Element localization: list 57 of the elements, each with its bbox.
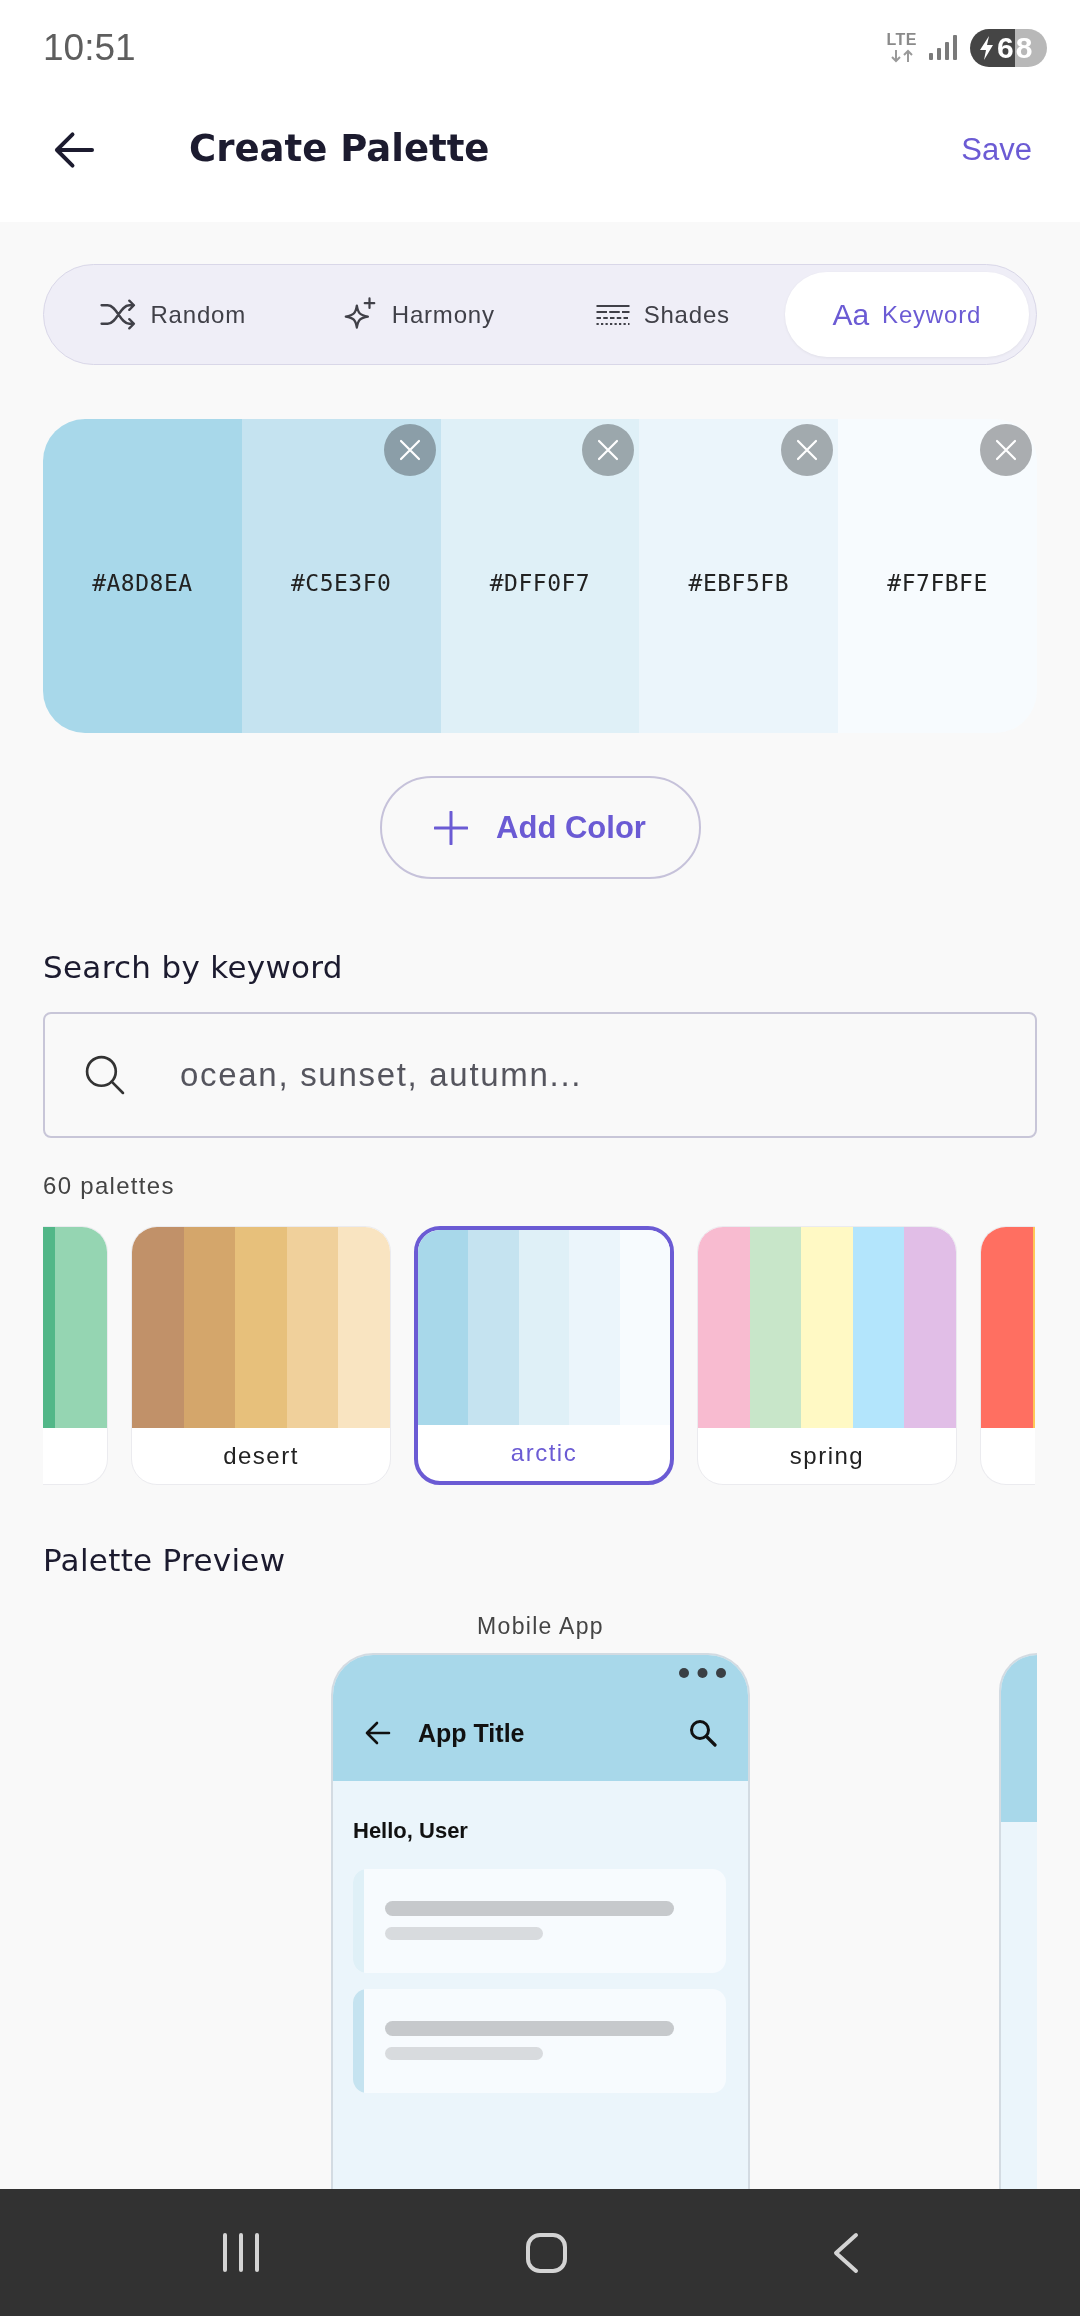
signal-icon (929, 35, 958, 60)
color-swatch[interactable]: #C5E3F0 (241, 419, 441, 733)
palette-card[interactable]: spring (697, 1226, 957, 1485)
mockup-greeting: Hello, User (353, 1817, 468, 1845)
recent-apps-icon[interactable] (221, 2233, 260, 2272)
palette-name: arctic (510, 1439, 578, 1467)
palette-name: desert (223, 1442, 299, 1470)
mode-tab[interactable]: Random (51, 272, 296, 357)
letters-icon: Aa (832, 299, 870, 330)
mockup-title: App Title (418, 1718, 525, 1748)
preview-label: Mobile App (477, 1612, 604, 1640)
dashed-lines-icon (594, 302, 631, 327)
palette-card[interactable] (43, 1226, 108, 1485)
status-time: 10:51 (43, 29, 136, 66)
color-swatch[interactable]: #A8D8EA (43, 419, 242, 733)
shuffle-icon (100, 299, 138, 330)
mode-tab[interactable]: Shades (540, 272, 785, 357)
color-swatch[interactable]: #EBF5FB (639, 419, 839, 733)
hex-code: #A8D8EA (92, 570, 193, 596)
palette-card[interactable]: arctic (414, 1226, 674, 1485)
palette-card[interactable]: desert (131, 1226, 391, 1485)
remove-color-button[interactable] (781, 424, 834, 476)
close-icon (398, 439, 421, 461)
mode-tab[interactable]: Aa Keyword (784, 272, 1029, 357)
more-dots-icon (679, 1668, 726, 1678)
search-field[interactable]: ocean, sunset, autumn... (43, 1012, 1037, 1138)
search-icon (689, 1719, 717, 1747)
palette-name: spring (789, 1442, 865, 1470)
bolt-icon (979, 35, 994, 60)
color-swatch[interactable]: #F7FBFE (838, 419, 1037, 733)
network-type: LTE (886, 32, 917, 48)
section-heading: Palette Preview (43, 1541, 286, 1580)
remove-color-button[interactable] (980, 424, 1032, 476)
back-icon[interactable] (832, 2231, 859, 2274)
back-icon[interactable] (52, 129, 95, 170)
hex-code: #C5E3F0 (290, 570, 392, 596)
close-icon (597, 439, 620, 461)
remove-color-button[interactable] (582, 424, 635, 476)
hex-code: #EBF5FB (688, 570, 789, 596)
battery-percent: 68 (997, 32, 1035, 63)
mode-tab[interactable]: Harmony (295, 272, 540, 357)
section-heading: Search by keyword (43, 948, 343, 987)
search-icon (84, 1054, 125, 1095)
hex-code: #F7FBFE (887, 570, 988, 596)
save-button[interactable]: Save (961, 130, 1032, 169)
back-icon (364, 1721, 391, 1745)
result-count: 60 palettes (43, 1171, 175, 1201)
plus-icon (434, 810, 469, 845)
home-icon[interactable] (525, 2232, 567, 2273)
add-color-button[interactable]: Add Color (379, 776, 701, 879)
close-icon (796, 439, 819, 461)
close-icon (995, 439, 1017, 461)
palette-card[interactable] (980, 1226, 1035, 1485)
hex-code: #DFF0F7 (489, 570, 591, 596)
remove-color-button[interactable] (383, 424, 436, 476)
page-title: Create Palette (189, 127, 490, 172)
color-swatch[interactable]: #DFF0F7 (440, 419, 640, 733)
